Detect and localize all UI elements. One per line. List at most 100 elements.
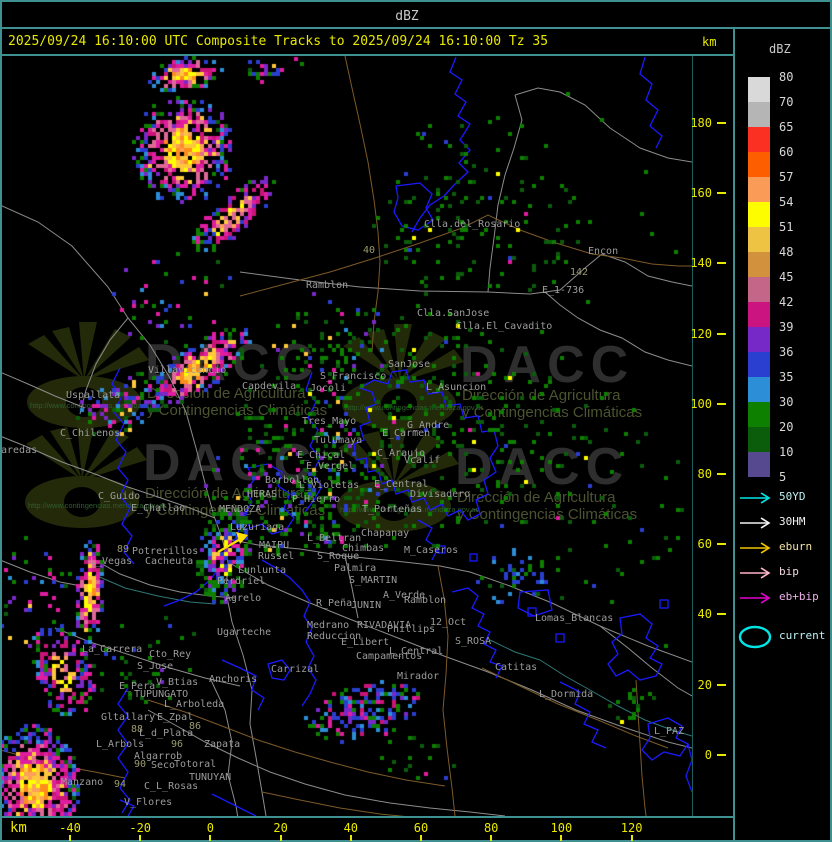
place-label: Vcalif: [404, 455, 441, 466]
place-label: Zapata: [204, 739, 241, 750]
place-label: L_Arbols: [96, 739, 145, 750]
dbz-scale-label: 45: [779, 270, 794, 284]
place-label: MAIPU: [259, 540, 290, 551]
place-label: Campamentos: [356, 651, 423, 662]
dbz-swatch: [748, 77, 770, 102]
dbz-scale-label: 10: [779, 445, 794, 459]
place-label: L_Dormida: [539, 689, 594, 700]
place-label: SanJose: [388, 359, 431, 370]
dbz-swatch: [748, 102, 770, 127]
place-label: Russel: [258, 551, 295, 562]
place-label: Ramblon: [404, 595, 447, 606]
place-label: Clla.del_Rosario: [424, 219, 521, 230]
place-label: Divisadero: [410, 489, 471, 500]
place-label: Mirador: [397, 671, 440, 682]
dbz-scale-label: 57: [779, 170, 794, 184]
bip-arrow-icon: [738, 565, 776, 579]
road-number-label: 40: [363, 245, 376, 256]
legend-label: 50YD: [779, 490, 806, 503]
dbz-swatch: [748, 352, 770, 377]
dbz-scale-label: 36: [779, 345, 794, 359]
dbz-swatch: [748, 202, 770, 227]
place-label: P_Hierro: [292, 494, 341, 505]
dbz-swatch: [748, 252, 770, 277]
place-label: E_Challao: [131, 503, 186, 514]
place-label: S_MARTIN: [349, 575, 398, 586]
dbz-swatch: [748, 127, 770, 152]
dbz-scale-label: 35: [779, 370, 794, 384]
dbz-swatch: [748, 302, 770, 327]
place-label: MENDOZA: [219, 504, 262, 515]
dbz-swatch: [748, 377, 770, 402]
dbz-scale-label: 39: [779, 320, 794, 334]
place-label: Encon: [588, 246, 619, 257]
place-label: Manzano: [61, 777, 104, 788]
dbz-scale-label: 42: [779, 295, 794, 309]
place-label: L_Violetas: [299, 480, 360, 491]
legend-label: current: [779, 629, 826, 642]
place-label: E_Chical: [297, 450, 346, 461]
dbz-swatch: [748, 402, 770, 427]
place-label: Tres_Mayo: [302, 416, 357, 427]
scale-title: dBZ: [769, 42, 791, 56]
place-label: Palmira: [334, 563, 377, 574]
place-label: L_Vegas: [90, 556, 133, 567]
place-label: T_Porteñas: [362, 504, 423, 515]
place-label: L_Asuncion: [426, 382, 487, 393]
dbz-swatch: [748, 327, 770, 352]
place-label: Capdevila: [242, 381, 297, 392]
color-scale-panel: dBZ 80 70 65 60 57 54 51 48 45 42 39 36 35 30 20 10 5 50…: [735, 29, 832, 842]
place-label: Gltallary: [101, 712, 156, 723]
dbz-scale-label: 54: [779, 195, 794, 209]
place-label: C_Chilenos: [60, 428, 121, 439]
place-label: R_Peña: [316, 598, 353, 609]
legend-label: 30HM: [779, 515, 806, 528]
place-label: E_1-736: [542, 285, 585, 296]
dbz-scale-label: 20: [779, 420, 794, 434]
place-label: S_ROSA: [455, 636, 492, 647]
30HM-arrow-icon: [738, 515, 776, 529]
dbz-swatch: [748, 452, 770, 477]
dbz-scale-label: 60: [779, 145, 794, 159]
dbz-scale-label: 70: [779, 95, 794, 109]
place-label: E_Carmen: [382, 428, 431, 439]
place-label: E_Libert: [341, 637, 390, 648]
place-label: Lunlunta: [238, 565, 287, 576]
place-label: Seco: [151, 760, 176, 771]
dbz-swatch: [748, 152, 770, 177]
place-label: C_Guido: [98, 491, 141, 502]
place-label: L_d_Plata: [139, 728, 194, 739]
dbz-swatch: [748, 427, 770, 452]
place-label: Lomas_Blancas: [535, 613, 614, 624]
place-label: Clla.El_Cavadito: [456, 321, 553, 332]
eburn-arrow-icon: [738, 540, 776, 554]
road-number-label: 90: [134, 759, 147, 770]
dbz-swatch: [748, 227, 770, 252]
place-label: Tulumaya: [314, 435, 363, 446]
place-label: L_Arboleda: [164, 699, 225, 710]
place-label: M_Caseros: [404, 545, 459, 556]
dbz-swatch: [748, 177, 770, 202]
place-label: Luzuriaga: [230, 522, 285, 533]
place-label: Jocoli: [310, 383, 347, 394]
place-label: Medrano: [307, 620, 350, 631]
dbz-scale-label: 30: [779, 395, 794, 409]
place-label: 12_Oct: [430, 617, 467, 628]
dbz-scale-label: 5: [779, 470, 787, 484]
place-label: Perdriel: [217, 576, 266, 587]
place-label: Cacheuta: [145, 556, 194, 567]
place-label: Clla.SanJose: [417, 308, 490, 319]
place-label: Catitas: [495, 662, 538, 673]
road-number-label: 94: [114, 779, 127, 790]
dbz-scale-label: 48: [779, 245, 794, 259]
road-number-label: 142: [570, 267, 589, 278]
dbz-scale-label: 51: [779, 220, 794, 234]
place-label: Anchoris: [209, 674, 258, 685]
place-label: Ramblon: [306, 280, 349, 291]
current-ellipse-icon: [738, 624, 776, 650]
place-label: C_L_Rosas: [144, 781, 199, 792]
place-label: S_Francisco: [320, 371, 387, 382]
eb+bip-arrow-icon: [738, 590, 776, 604]
place-label: Uspallata: [66, 390, 121, 401]
legend-label: bip: [779, 565, 799, 578]
